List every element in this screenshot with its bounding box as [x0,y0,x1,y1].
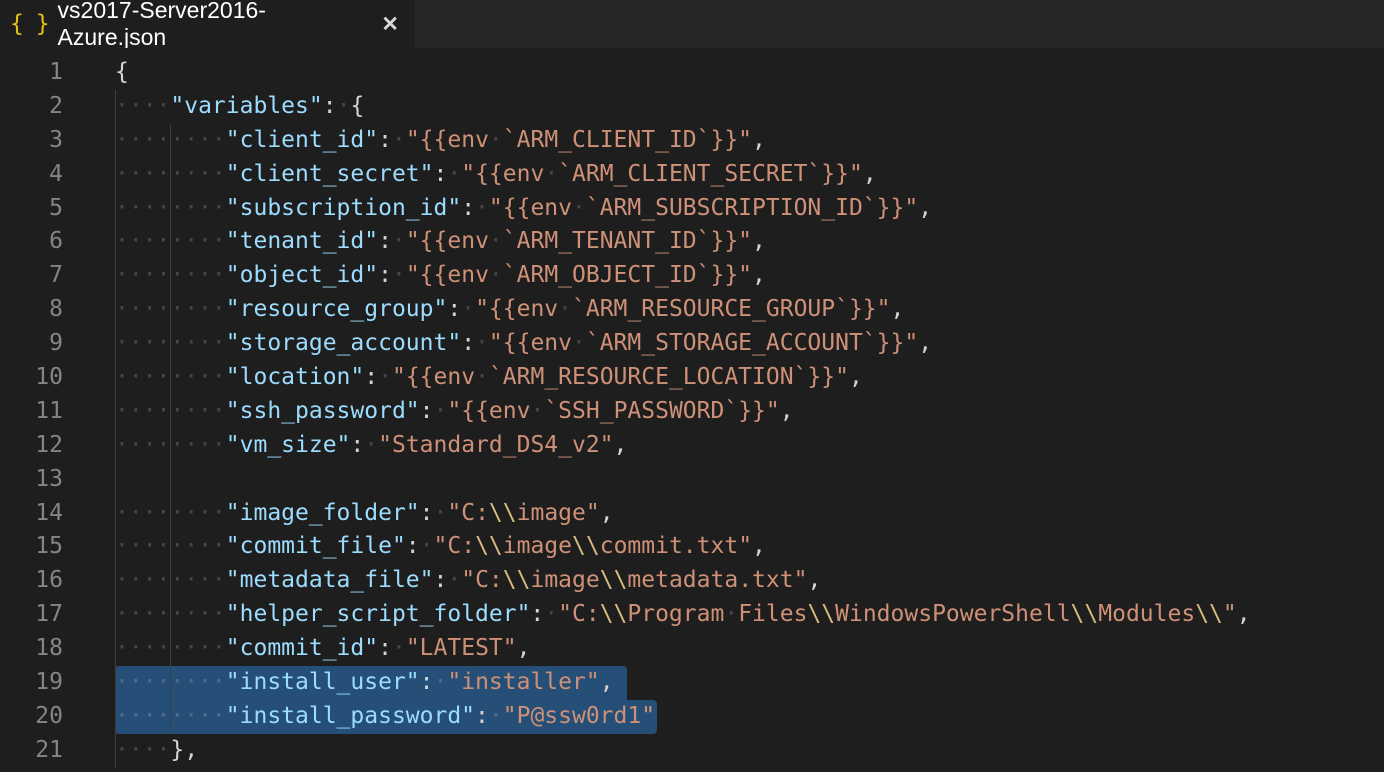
code-text: ········"vm_size":·"Standard_DS4_v2", [115,432,627,458]
code-line[interactable]: 3 ········"client_id":·"{{env·`ARM_CLIENT… [0,124,1384,158]
code-editor[interactable]: 1{2····"variables":·{3········"client_id… [0,48,1384,772]
code-line[interactable]: 16 ········"metadata_file":·"C:\\image\\m… [0,564,1384,598]
line-number[interactable]: 19 [0,666,63,700]
line-number[interactable]: 21 [0,734,63,768]
code-line[interactable]: 19 ········"install_user":·"installer", [0,666,1384,700]
line-content[interactable]: ····"variables":·{ [115,90,1384,124]
code-text: ········"location":·"{{env·`ARM_RESOURCE… [115,364,863,390]
line-number[interactable]: 5 [0,192,63,226]
line-content[interactable]: ········"metadata_file":·"C:\\image\\met… [115,564,1384,598]
code-text: ········"image_folder":·"C:\\image", [115,500,614,526]
line-number[interactable]: 13 [0,463,63,497]
code-text: ········"commit_id":·"LATEST", [115,635,530,661]
code-line[interactable]: 14 ········"image_folder":·"C:\\image", [0,497,1384,531]
code-line[interactable]: 8 ········"resource_group":·"{{env·`ARM_R… [0,293,1384,327]
code-line[interactable]: 17 ········"helper_script_folder":·"C:\\P… [0,598,1384,632]
line-content[interactable]: ········"commit_id":·"LATEST", [115,632,1384,666]
line-content[interactable]: ········"tenant_id":·"{{env·`ARM_TENANT_… [115,225,1384,259]
line-content[interactable]: ········"location":·"{{env·`ARM_RESOURCE… [115,361,1384,395]
line-number[interactable]: 1 [0,56,63,90]
line-number[interactable]: 2 [0,90,63,124]
line-content[interactable]: ········"install_password":·"P@ssw0rd1" [115,700,1384,734]
code-text: ········"helper_script_folder":·"C:\\Pro… [115,601,1251,627]
line-number[interactable]: 20 [0,700,63,734]
line-content[interactable]: ········"image_folder":·"C:\\image", [115,497,1384,531]
code-text: ····"variables":·{ [115,93,364,119]
line-content[interactable]: ········"ssh_password":·"{{env·`SSH_PASS… [115,395,1384,429]
line-content[interactable]: ········"subscription_id":·"{{env·`ARM_S… [115,192,1384,226]
line-number[interactable]: 11 [0,395,63,429]
indent-guide [170,463,171,497]
line-number[interactable]: 3 [0,124,63,158]
code-line[interactable]: 9 ········"storage_account":·"{{env·`ARM_… [0,327,1384,361]
line-number[interactable]: 9 [0,327,63,361]
code-lines: 1{2····"variables":·{3········"client_id… [0,56,1384,768]
code-text: ········"install_password":·"P@ssw0rd1" [115,703,655,729]
code-text: ········"subscription_id":·"{{env·`ARM_S… [115,195,932,221]
tab-title: vs2017-Server2016-Azure.json [58,0,373,51]
line-number[interactable]: 16 [0,564,63,598]
code-line[interactable]: 7 ········"object_id":·"{{env·`ARM_OBJECT… [0,259,1384,293]
line-content[interactable]: ········"storage_account":·"{{env·`ARM_S… [115,327,1384,361]
code-text: ········"install_user":·"installer", [115,669,614,695]
line-number[interactable]: 10 [0,361,63,395]
indent-guide [115,463,116,497]
close-icon[interactable]: ✕ [381,14,399,35]
line-content[interactable]: ········"commit_file":·"C:\\image\\commi… [115,530,1384,564]
code-text: ········"client_secret":·"{{env·`ARM_CLI… [115,161,877,187]
json-braces-icon: { } [10,11,49,37]
line-content[interactable] [115,463,1384,497]
code-line[interactable]: 1{ [0,56,1384,90]
code-line[interactable]: 18 ········"commit_id":·"LATEST", [0,632,1384,666]
tab-json-file[interactable]: { } vs2017-Server2016-Azure.json ✕ [0,0,415,48]
code-text: ········"metadata_file":·"C:\\image\\met… [115,567,821,593]
code-text: ········"commit_file":·"C:\\image\\commi… [115,533,766,559]
code-line[interactable]: 2 ····"variables":·{ [0,90,1384,124]
code-text: ········"storage_account":·"{{env·`ARM_S… [115,330,932,356]
code-line[interactable]: 5 ········"subscription_id":·"{{env·`ARM_… [0,192,1384,226]
code-text: ········"resource_group":·"{{env·`ARM_RE… [115,296,904,322]
line-number[interactable]: 7 [0,259,63,293]
line-number[interactable]: 14 [0,497,63,531]
code-line[interactable]: 21 ····}, [0,734,1384,768]
line-content[interactable]: { [115,56,1384,90]
code-line[interactable]: 10 ········"location":·"{{env·`ARM_RESOUR… [0,361,1384,395]
code-line[interactable]: 4 ········"client_secret":·"{{env·`ARM_CL… [0,158,1384,192]
tab-bar: { } vs2017-Server2016-Azure.json ✕ [0,0,1384,48]
code-text: ········"ssh_password":·"{{env·`SSH_PASS… [115,398,794,424]
line-number[interactable]: 8 [0,293,63,327]
code-line[interactable]: 6 ········"tenant_id":·"{{env·`ARM_TENANT… [0,225,1384,259]
code-line[interactable]: 15 ········"commit_file":·"C:\\image\\com… [0,530,1384,564]
line-number[interactable]: 15 [0,530,63,564]
line-number[interactable]: 6 [0,225,63,259]
line-content[interactable]: ····}, [115,734,1384,768]
line-content[interactable]: ········"object_id":·"{{env·`ARM_OBJECT_… [115,259,1384,293]
code-text: ····}, [115,737,198,763]
line-number[interactable]: 4 [0,158,63,192]
line-content[interactable]: ········"helper_script_folder":·"C:\\Pro… [115,598,1384,632]
code-text: ········"object_id":·"{{env·`ARM_OBJECT_… [115,262,766,288]
line-content[interactable]: ········"client_id":·"{{env·`ARM_CLIENT_… [115,124,1384,158]
line-content[interactable]: ········"resource_group":·"{{env·`ARM_RE… [115,293,1384,327]
code-text: { [115,59,129,85]
code-text: ········"tenant_id":·"{{env·`ARM_TENANT_… [115,228,766,254]
line-number[interactable]: 18 [0,632,63,666]
line-content[interactable]: ········"install_user":·"installer", [115,666,1384,700]
code-text: ········"client_id":·"{{env·`ARM_CLIENT_… [115,127,766,153]
code-line[interactable]: 11 ········"ssh_password":·"{{env·`SSH_PA… [0,395,1384,429]
line-number[interactable]: 12 [0,429,63,463]
line-number[interactable]: 17 [0,598,63,632]
code-line[interactable]: 12 ········"vm_size":·"Standard_DS4_v2", [0,429,1384,463]
line-content[interactable]: ········"vm_size":·"Standard_DS4_v2", [115,429,1384,463]
code-line[interactable]: 20 ········"install_password":·"P@ssw0rd1… [0,700,1384,734]
line-content[interactable]: ········"client_secret":·"{{env·`ARM_CLI… [115,158,1384,192]
code-line[interactable]: 13 [0,463,1384,497]
